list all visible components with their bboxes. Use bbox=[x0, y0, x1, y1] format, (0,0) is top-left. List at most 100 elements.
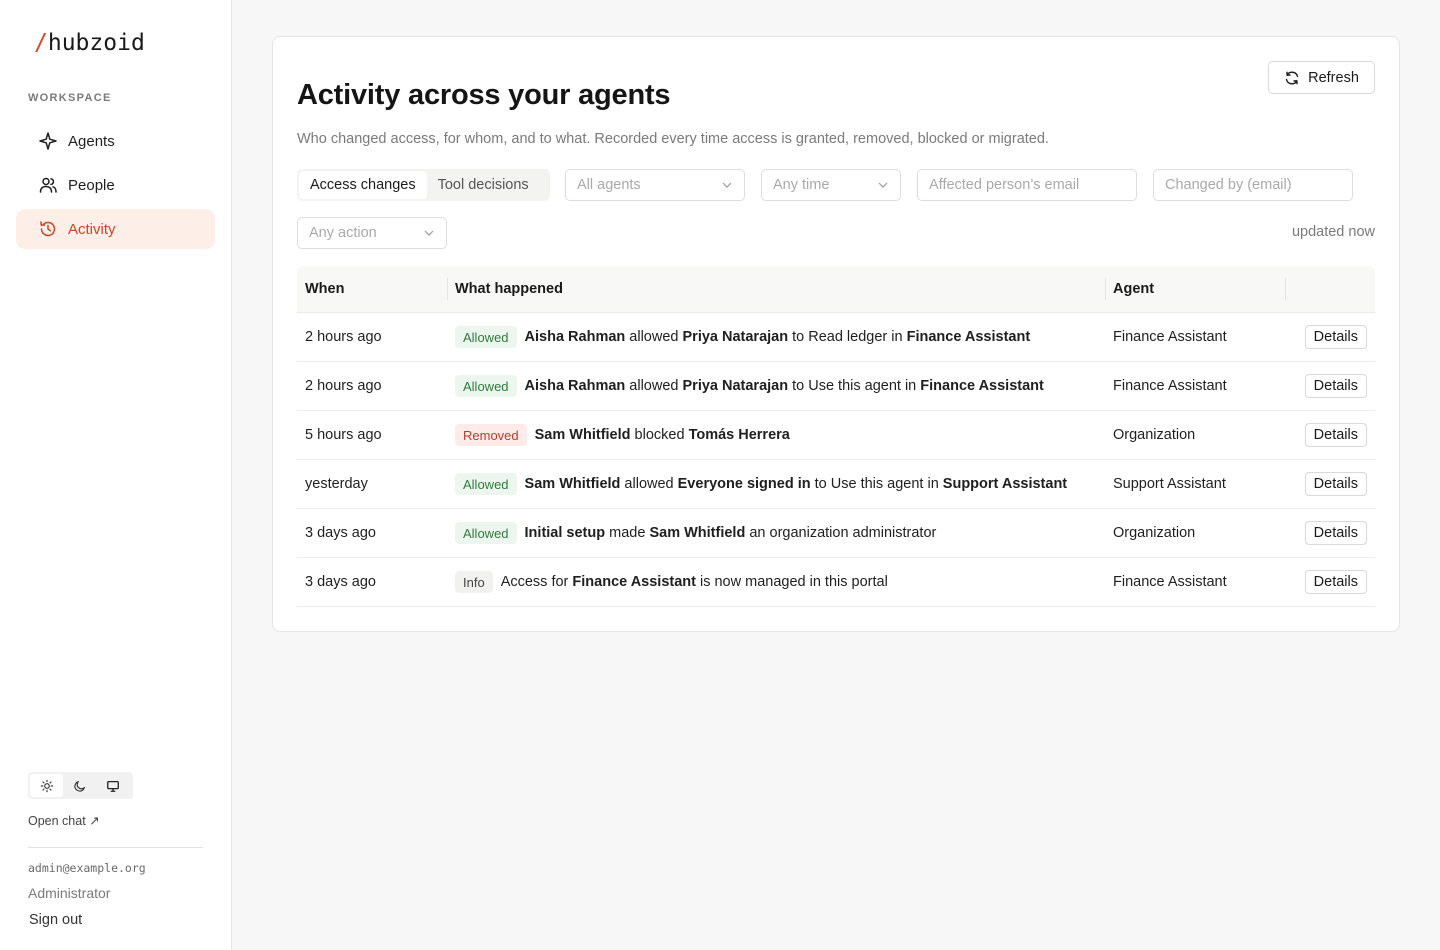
people-icon bbox=[39, 177, 57, 193]
event-entity: Everyone signed in bbox=[677, 476, 811, 492]
row-what-happened: Info Access for Finance Assistant is now … bbox=[447, 571, 1105, 593]
event-entity: Support Assistant bbox=[942, 476, 1068, 492]
sign-out-link[interactable]: Sign out bbox=[29, 912, 82, 928]
refresh-button[interactable]: Refresh bbox=[1268, 61, 1375, 94]
event-description: Aisha Rahman allowed Priya Natarajan to … bbox=[524, 329, 1031, 345]
table-row: 2 hours ago Allowed Aisha Rahman allowed P… bbox=[297, 313, 1375, 362]
row-agent: Finance Assistant bbox=[1113, 378, 1227, 394]
status-badge: Info bbox=[455, 571, 493, 593]
event-entity: Finance Assistant bbox=[906, 329, 1031, 345]
event-entity: Priya Natarajan bbox=[682, 329, 789, 345]
sidebar-nav: Agents People Activity bbox=[16, 121, 215, 253]
changed-by-input[interactable] bbox=[1153, 169, 1353, 201]
header-what-happened: What happened bbox=[447, 266, 1105, 312]
theme-system-button[interactable] bbox=[96, 774, 129, 797]
event-description: Aisha Rahman allowed Priya Natarajan to … bbox=[524, 378, 1044, 394]
user-email: admin@example.org bbox=[28, 861, 146, 875]
event-entity: Sam Whitfield bbox=[649, 525, 746, 541]
agent-filter-select[interactable]: All agents bbox=[565, 169, 745, 201]
details-button[interactable]: Details bbox=[1304, 374, 1367, 398]
sidebar-item-agents[interactable]: Agents bbox=[16, 121, 215, 161]
brand-slash: / bbox=[34, 30, 48, 56]
row-when: 3 days ago bbox=[305, 525, 376, 541]
header-agent: Agent bbox=[1105, 266, 1285, 312]
event-description: Access for Finance Assistant is now mana… bbox=[500, 574, 888, 590]
theme-toggle bbox=[28, 772, 133, 799]
affected-email-input[interactable] bbox=[917, 169, 1137, 201]
event-description: Sam Whitfield blocked Tomás Herrera bbox=[534, 427, 790, 443]
refresh-icon bbox=[1285, 71, 1299, 84]
row-actions: Details bbox=[1285, 472, 1375, 496]
view-tabs: Access changes Tool decisions bbox=[297, 169, 550, 201]
event-entity: Finance Assistant bbox=[572, 574, 696, 590]
sidebar-item-people[interactable]: People bbox=[16, 165, 215, 205]
theme-dark-button[interactable] bbox=[63, 774, 96, 797]
event-entity: Initial setup bbox=[524, 525, 606, 541]
sidebar-item-label: People bbox=[68, 176, 115, 194]
row-when: 5 hours ago bbox=[305, 427, 382, 443]
header-when: When bbox=[305, 281, 345, 297]
details-button[interactable]: Details bbox=[1304, 423, 1367, 447]
row-what-happened: Removed Sam Whitfield blocked Tomás Herre… bbox=[447, 424, 1105, 446]
chevron-down-icon bbox=[878, 182, 888, 188]
moon-icon bbox=[73, 780, 85, 792]
sidebar-divider bbox=[28, 847, 203, 848]
user-role: Administrator bbox=[28, 885, 111, 901]
row-agent: Finance Assistant bbox=[1113, 329, 1227, 345]
workspace-section-label: WORKSPACE bbox=[28, 92, 112, 104]
status-badge: Allowed bbox=[455, 326, 517, 348]
details-button[interactable]: Details bbox=[1304, 472, 1367, 496]
details-button[interactable]: Details bbox=[1304, 570, 1367, 594]
action-filter-select[interactable]: Any action bbox=[297, 217, 447, 249]
event-entity: Tomás Herrera bbox=[688, 427, 790, 443]
sun-icon bbox=[40, 779, 53, 792]
history-icon bbox=[40, 221, 56, 237]
event-entity: Sam Whitfield bbox=[524, 476, 621, 492]
page-title: Activity across your agents bbox=[297, 79, 671, 111]
header-actions bbox=[1285, 266, 1375, 312]
status-badge: Removed bbox=[455, 424, 527, 446]
row-agent: Support Assistant bbox=[1113, 476, 1226, 492]
row-when: 2 hours ago bbox=[305, 378, 382, 394]
row-when: 3 days ago bbox=[305, 574, 376, 590]
details-button[interactable]: Details bbox=[1304, 325, 1367, 349]
time-filter-value: Any time bbox=[773, 177, 830, 193]
table-row: 3 days ago Allowed Initial setup made Sam … bbox=[297, 509, 1375, 558]
row-actions: Details bbox=[1285, 521, 1375, 545]
activity-card: Activity across your agents Who changed … bbox=[272, 36, 1400, 632]
tab-tool-decisions[interactable]: Tool decisions bbox=[427, 171, 540, 199]
refresh-label: Refresh bbox=[1308, 69, 1359, 86]
row-actions: Details bbox=[1285, 374, 1375, 398]
details-button[interactable]: Details bbox=[1304, 521, 1367, 545]
table-header: When What happened Agent bbox=[297, 266, 1375, 313]
row-what-happened: Allowed Initial setup made Sam Whitfield … bbox=[447, 522, 1105, 544]
row-actions: Details bbox=[1285, 423, 1375, 447]
sidebar-item-activity[interactable]: Activity bbox=[16, 209, 215, 249]
event-entity: Finance Assistant bbox=[920, 378, 1044, 394]
row-what-happened: Allowed Aisha Rahman allowed Priya Natara… bbox=[447, 326, 1105, 348]
row-actions: Details bbox=[1285, 325, 1375, 349]
chevron-down-icon bbox=[424, 230, 434, 236]
sidebar-item-label: Agents bbox=[68, 132, 115, 150]
status-badge: Allowed bbox=[455, 375, 517, 397]
row-what-happened: Allowed Aisha Rahman allowed Priya Natara… bbox=[447, 375, 1105, 397]
row-when: yesterday bbox=[305, 476, 368, 492]
open-chat-link[interactable]: Open chat ↗ bbox=[28, 813, 100, 828]
brand-name: hubzoid bbox=[47, 30, 145, 56]
time-filter-select[interactable]: Any time bbox=[761, 169, 901, 201]
tab-access-changes[interactable]: Access changes bbox=[299, 171, 427, 199]
activity-table: When What happened Agent 2 hours ago Allo… bbox=[297, 266, 1375, 607]
event-description: Sam Whitfield allowed Everyone signed in… bbox=[524, 476, 1068, 492]
row-what-happened: Allowed Sam Whitfield allowed Everyone si… bbox=[447, 473, 1105, 495]
event-entity: Priya Natarajan bbox=[682, 378, 789, 394]
event-description: Initial setup made Sam Whitfield an orga… bbox=[524, 525, 937, 541]
theme-light-button[interactable] bbox=[30, 774, 63, 797]
row-agent: Organization bbox=[1113, 525, 1196, 541]
sidebar-item-label: Activity bbox=[68, 220, 116, 238]
table-row: 2 hours ago Allowed Aisha Rahman allowed P… bbox=[297, 362, 1375, 411]
sparkle-icon bbox=[39, 132, 57, 150]
row-actions: Details bbox=[1285, 570, 1375, 594]
table-row: 3 days ago Info Access for Finance Assista… bbox=[297, 558, 1375, 607]
sidebar: /hubzoid WORKSPACE Agents People Activit… bbox=[0, 0, 232, 950]
brand-logo[interactable]: /hubzoid bbox=[34, 30, 145, 56]
